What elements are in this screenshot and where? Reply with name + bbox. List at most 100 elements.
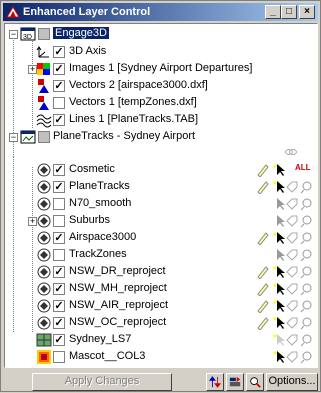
zoom-layer-icon[interactable] [300,214,314,228]
tree-layer-row[interactable]: ✓ NSW_MH_reproject [5,281,317,297]
layer-checkbox[interactable]: ✓ [53,114,65,126]
label-tag-icon[interactable] [285,350,299,364]
zoom-layer-icon[interactable] [300,231,314,245]
tree-layer-row[interactable]: ✓ NSW_AIR_reproject [5,298,317,314]
layer-checkbox[interactable] [53,97,65,109]
axis-icon [36,46,49,58]
tree-layer-row[interactable]: ✓ Lines 1 [PlaneTracks.TAB] [5,112,317,128]
label-tag-icon[interactable] [285,248,299,262]
layer-label: NSW_AIR_reproject [69,299,169,311]
magnifier-icon [250,377,261,388]
tree-layer-row[interactable]: + ✓ Images 1 [Sydney Airport Departures] [5,61,317,77]
selectable-arrow-icon[interactable] [272,299,286,313]
editable-pencil-icon[interactable] [256,316,270,330]
zoom-to-layer-button[interactable] [246,373,264,391]
editable-pencil-icon[interactable] [256,299,270,313]
group-checkbox[interactable] [38,131,50,143]
layer-label: PlaneTracks [69,180,130,192]
title-bar[interactable]: Enhanced Layer Control _ □ × [3,3,318,21]
tree-layer-row[interactable]: Vectors 1 [tempZones.dxf] [5,95,317,111]
zoom-layer-icon[interactable] [300,350,314,364]
label-tag-icon[interactable] [285,197,299,211]
selectable-arrow-icon[interactable] [272,248,286,262]
label-tag-icon[interactable] [285,231,299,245]
selectable-arrow-icon[interactable] [272,282,286,296]
zoom-layer-icon[interactable] [300,333,314,347]
group-checkbox[interactable] [38,28,50,40]
selectable-arrow-icon[interactable] [272,197,286,211]
group-label: PlaneTracks - Sydney Airport [53,130,196,142]
tree-group-engage3d[interactable]: − 3D Engage3D [5,26,317,42]
layer-checkbox[interactable]: ✓ [53,80,65,92]
collapse-toggle[interactable]: − [9,30,18,39]
layer-checkbox[interactable]: ✓ [53,164,65,176]
layer-checkbox[interactable]: ✓ [53,266,65,278]
label-tag-icon[interactable] [285,180,299,194]
layer-checkbox[interactable] [53,249,65,261]
label-tag-icon[interactable] [285,316,299,330]
selectable-arrow-icon[interactable] [272,333,286,347]
tree-group-planetracks[interactable]: − PlaneTracks - Sydney Airport [5,129,317,145]
collapse-toggle[interactable]: − [9,133,18,142]
zoom-layer-icon[interactable] [300,265,314,279]
tree-layer-row[interactable]: Mascot__COL3 [5,349,317,365]
editable-pencil-icon[interactable] [256,163,270,177]
selectable-arrow-icon[interactable] [272,231,286,245]
tree-layer-row[interactable]: N70_smooth [5,196,317,212]
zoom-layer-icon[interactable] [300,180,314,194]
selectable-arrow-icon[interactable] [272,265,286,279]
layer-checkbox[interactable]: ✓ [53,181,65,193]
layer-properties-button[interactable] [226,373,244,391]
layer-checkbox[interactable] [53,351,65,363]
label-tag-icon[interactable] [285,282,299,296]
layer-checkbox[interactable]: ✓ [53,232,65,244]
label-tag-icon[interactable] [285,265,299,279]
tree-layer-row[interactable]: ✓ Sydney_LS7 [5,332,317,348]
tree-layer-row[interactable]: ✓ Vectors 2 [airspace3000.dxf] [5,78,317,94]
layer-checkbox[interactable] [53,215,65,227]
layer-order-button[interactable] [206,373,224,391]
label-tag-icon[interactable] [285,214,299,228]
editable-pencil-icon[interactable] [256,265,270,279]
label-tag-icon[interactable] [285,299,299,313]
selectable-arrow-icon[interactable] [272,214,286,228]
tree-layer-row[interactable]: ✓ NSW_DR_reproject [5,264,317,280]
editable-pencil-icon[interactable] [256,282,270,296]
maximize-button[interactable]: □ [281,5,297,19]
selectable-arrow-icon[interactable] [272,180,286,194]
editable-pencil-icon[interactable] [256,180,270,194]
chain-link-icon[interactable] [284,145,298,159]
tree-layer-row[interactable]: ✓ Airspace3000 [5,230,317,246]
layer-checkbox[interactable] [53,198,65,210]
zoom-layer-icon[interactable] [300,282,314,296]
layer-visibility-icon [37,265,51,279]
tree-layer-row[interactable]: + Suburbs [5,213,317,229]
tree-layer-row[interactable]: ✓ 3D Axis [5,44,317,60]
tree-layer-row[interactable]: ✓ Cosmetic ALL [5,162,317,178]
layer-checkbox[interactable]: ✓ [53,283,65,295]
selectable-arrow-icon[interactable] [272,316,286,330]
zoom-layer-icon[interactable] [300,197,314,211]
options-button[interactable]: Options... [266,373,318,391]
label-tag-icon[interactable] [285,333,299,347]
layer-visibility-icon [37,180,51,194]
layer-checkbox[interactable]: ✓ [53,317,65,329]
tree-layer-row[interactable]: TrackZones [5,247,317,263]
close-button[interactable]: × [299,5,315,19]
zoom-layer-icon[interactable] [300,316,314,330]
tree-layer-row[interactable]: ✓ PlaneTracks [5,179,317,195]
selectable-arrow-icon[interactable] [272,163,286,177]
group-label: Engage3D [53,27,109,39]
layer-checkbox[interactable]: ✓ [53,63,65,75]
layer-checkbox[interactable]: ✓ [53,334,65,346]
layer-checkbox[interactable]: ✓ [53,46,65,58]
zoom-layer-icon[interactable] [300,248,314,262]
minimize-button[interactable]: _ [265,5,281,19]
apply-changes-button[interactable]: Apply Changes [32,373,172,391]
label-all-icon[interactable]: ALL [295,163,311,177]
tree-layer-row[interactable]: ✓ NSW_OC_reproject [5,315,317,331]
zoom-layer-icon[interactable] [300,299,314,313]
editable-pencil-icon[interactable] [256,231,270,245]
selectable-arrow-icon[interactable] [272,350,286,364]
layer-checkbox[interactable]: ✓ [53,300,65,312]
